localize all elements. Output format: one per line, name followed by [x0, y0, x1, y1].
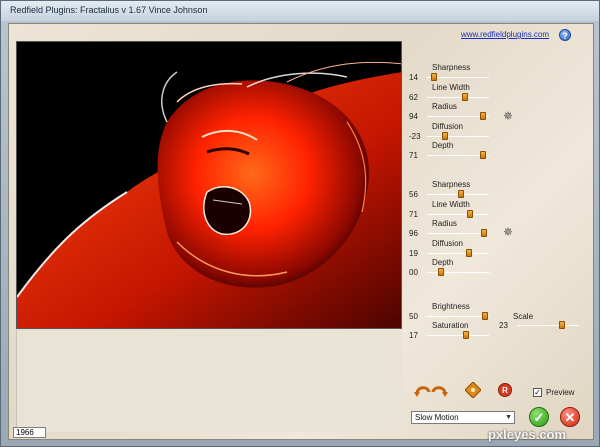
param-value: 71	[409, 209, 418, 219]
svg-text:R: R	[502, 386, 508, 395]
help-icon[interactable]: ?	[559, 29, 571, 41]
slider-thumb[interactable]	[431, 73, 438, 81]
slider-track[interactable]	[517, 325, 579, 326]
param-label: Diffusion	[432, 238, 463, 248]
gear-icon[interactable]: ✵	[502, 110, 514, 122]
slider-track[interactable]	[427, 252, 489, 254]
cancel-button[interactable]: ✕	[560, 407, 580, 427]
preview-empty-area	[16, 330, 402, 432]
mode-dropdown[interactable]: Slow Motion ▼	[411, 411, 515, 424]
gear-icon[interactable]: ✵	[502, 226, 514, 238]
slider-track[interactable]	[427, 335, 489, 336]
fractal-face-image	[17, 42, 401, 328]
slider-track[interactable]	[427, 272, 489, 273]
slider-thumb[interactable]	[463, 331, 470, 339]
slider-thumb[interactable]	[461, 92, 468, 101]
slider-thumb[interactable]	[479, 112, 486, 120]
preview-image	[16, 41, 402, 329]
watermark-text: pxleyes.com	[488, 427, 567, 442]
preview-checkbox-label: Preview	[546, 388, 575, 397]
slider-thumb[interactable]	[458, 190, 465, 198]
slider-thumb[interactable]	[466, 209, 473, 218]
param-value: 71	[409, 151, 418, 160]
param-label: Line Width	[432, 199, 470, 209]
param-label: Brightness	[432, 302, 470, 311]
slider-thumb[interactable]	[481, 312, 488, 320]
slider-thumb[interactable]	[559, 321, 565, 329]
website-link[interactable]: www.redfieldplugins.com	[461, 30, 549, 39]
window-title: Redfield Plugins: Fractalius v 1.67 Vinc…	[10, 5, 208, 15]
slider-thumb[interactable]	[480, 151, 487, 159]
slider-thumb[interactable]	[480, 229, 487, 237]
slider-track[interactable]	[427, 316, 489, 317]
param-value: 23	[499, 321, 508, 330]
randomize-icon[interactable]	[465, 382, 481, 398]
param-label: Sharpness	[432, 180, 471, 189]
title-bar[interactable]: Redfield Plugins: Fractalius v 1.67 Vinc…	[1, 1, 599, 21]
slider-track[interactable]	[427, 135, 489, 137]
param-label: Line Width	[432, 82, 470, 92]
param-label: Depth	[432, 258, 454, 267]
param-value: 17	[409, 331, 418, 340]
param-value: 62	[409, 92, 418, 102]
plugin-window: Redfield Plugins: Fractalius v 1.67 Vinc…	[0, 0, 600, 447]
param-value: 56	[409, 190, 418, 199]
slider-thumb[interactable]	[465, 248, 472, 257]
reset-icon[interactable]: R	[498, 383, 512, 397]
chevron-down-icon: ▼	[505, 414, 512, 421]
slider-thumb[interactable]	[438, 268, 445, 276]
preview-checkbox[interactable]: ✓	[533, 388, 542, 397]
param-value: -23	[409, 131, 421, 141]
slider-track[interactable]	[427, 96, 489, 98]
param-label: Radius	[432, 102, 457, 111]
param-value: 50	[409, 312, 418, 321]
param-value: 14	[409, 73, 418, 82]
plugin-client-area: 1966 www.redfieldplugins.com ? Sharpness…	[8, 23, 594, 440]
param-value: 96	[409, 229, 418, 238]
param-value: 19	[409, 248, 418, 258]
param-label: Diffusion	[432, 121, 463, 131]
param-label: Sharpness	[432, 63, 471, 72]
undo-redo-icon[interactable]	[414, 382, 448, 398]
slider-track[interactable]	[427, 213, 489, 215]
ok-button[interactable]: ✓	[529, 407, 549, 427]
status-value-field: 1966	[13, 427, 46, 438]
param-value: 94	[409, 112, 418, 121]
slider-thumb[interactable]	[441, 131, 448, 140]
slider-track[interactable]	[427, 233, 489, 234]
mode-dropdown-value: Slow Motion	[415, 413, 459, 422]
param-label: Radius	[432, 219, 457, 228]
param-label: Depth	[432, 141, 454, 150]
param-value: 00	[409, 268, 418, 277]
param-label: Saturation	[432, 321, 469, 330]
param-label: Scale	[513, 312, 534, 321]
